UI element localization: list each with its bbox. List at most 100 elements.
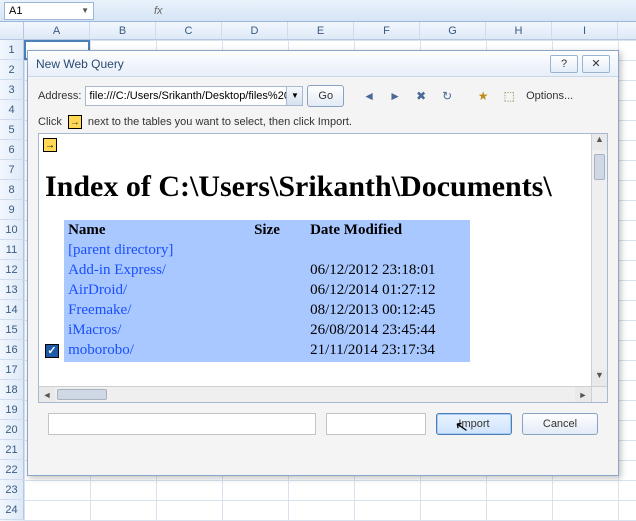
row-header[interactable]: 2 — [0, 60, 24, 80]
col-header[interactable]: H — [486, 22, 552, 39]
row-header[interactable]: 3 — [0, 80, 24, 100]
instruction-prefix: Click — [38, 116, 62, 128]
directory-table[interactable]: Name Size Date Modified [parent director… — [64, 220, 470, 362]
dir-date: 08/12/2013 00:12:45 — [310, 302, 470, 319]
scroll-left-icon[interactable]: ◄ — [39, 387, 55, 402]
go-button[interactable]: Go — [307, 85, 344, 107]
col-header[interactable]: I — [552, 22, 618, 39]
close-button[interactable]: ✕ — [582, 55, 610, 73]
cell-reference: A1 — [9, 5, 22, 17]
select-table-icon: → — [68, 115, 82, 129]
vertical-scrollbar[interactable]: ▲ ▼ — [591, 134, 607, 386]
row-headers: 1 2 3 4 5 6 7 8 9 10 11 12 13 14 15 16 1… — [0, 40, 24, 521]
table-header-row: Name Size Date Modified — [64, 220, 470, 240]
selected-table-icon[interactable]: ✓ — [45, 344, 59, 358]
col-header[interactable]: F — [354, 22, 420, 39]
row-header[interactable]: 6 — [0, 140, 24, 160]
web-preview-pane: → Index of C:\Users\Srikanth\Documents\ … — [38, 133, 608, 403]
row-header[interactable]: 16 — [0, 340, 24, 360]
back-icon[interactable]: ◄ — [358, 85, 380, 107]
row-header[interactable]: 20 — [0, 420, 24, 440]
row-header[interactable]: 4 — [0, 100, 24, 120]
formula-bar: A1 ▼ fx — [0, 0, 636, 22]
row-header[interactable]: 1 — [0, 40, 24, 60]
address-dropdown-icon[interactable]: ▼ — [286, 87, 302, 105]
web-preview-content[interactable]: → Index of C:\Users\Srikanth\Documents\ … — [39, 134, 591, 386]
row-header[interactable]: 12 — [0, 260, 24, 280]
row-header[interactable]: 8 — [0, 180, 24, 200]
row-header[interactable]: 13 — [0, 280, 24, 300]
status-box-1 — [48, 413, 316, 435]
row-header[interactable]: 17 — [0, 360, 24, 380]
col-header[interactable]: E — [288, 22, 354, 39]
address-label: Address: — [38, 90, 81, 102]
dir-date: 21/11/2014 23:17:34 — [310, 342, 470, 359]
table-row: AirDroid/ 06/12/2014 01:27:12 — [64, 280, 470, 300]
row-header[interactable]: 9 — [0, 200, 24, 220]
row-header[interactable]: 14 — [0, 300, 24, 320]
dialog-footer: Import Cancel — [38, 403, 608, 435]
forward-icon[interactable]: ► — [384, 85, 406, 107]
dir-link[interactable]: AirDroid/ — [68, 282, 127, 298]
col-header[interactable]: A — [24, 22, 90, 39]
dir-date: 06/12/2014 01:27:12 — [310, 282, 470, 299]
table-row: moborobo/ 21/11/2014 23:17:34 — [64, 340, 470, 360]
status-box-2 — [326, 413, 426, 435]
dir-link[interactable]: iMacros/ — [68, 322, 121, 338]
stop-icon[interactable]: ✖ — [410, 85, 432, 107]
save-query-icon[interactable]: ★ — [472, 85, 494, 107]
name-box[interactable]: A1 ▼ — [4, 2, 94, 20]
page-heading: Index of C:\Users\Srikanth\Documents\ — [45, 170, 585, 204]
name-header: Name — [64, 222, 254, 239]
row-header[interactable]: 15 — [0, 320, 24, 340]
cancel-button[interactable]: Cancel — [522, 413, 598, 435]
table-row: Freemake/ 08/12/2013 00:12:45 — [64, 300, 470, 320]
row-header[interactable]: 11 — [0, 240, 24, 260]
col-header[interactable]: D — [222, 22, 288, 39]
row-header[interactable]: 22 — [0, 460, 24, 480]
dialog-title: New Web Query — [36, 57, 124, 71]
horizontal-scrollbar[interactable]: ◄ ► — [39, 386, 591, 402]
dir-link[interactable]: Freemake/ — [68, 302, 131, 318]
hscroll-thumb[interactable] — [57, 389, 107, 400]
options-button[interactable]: Options... — [524, 85, 575, 107]
row-header[interactable]: 18 — [0, 380, 24, 400]
scroll-right-icon[interactable]: ► — [575, 387, 591, 402]
new-web-query-dialog: New Web Query ? ✕ Address: file:///C:/Us… — [27, 50, 619, 476]
scroll-corner — [591, 386, 607, 402]
vscroll-thumb[interactable] — [594, 154, 605, 180]
col-header[interactable]: G — [420, 22, 486, 39]
address-value: file:///C:/Users/Srikanth/Desktop/files%… — [86, 90, 286, 102]
import-button[interactable]: Import — [436, 413, 512, 435]
row-header[interactable]: 5 — [0, 120, 24, 140]
col-header[interactable]: B — [90, 22, 156, 39]
dir-link[interactable]: [parent directory] — [68, 242, 173, 258]
table-row: iMacros/ 26/08/2014 23:45:44 — [64, 320, 470, 340]
size-header: Size — [254, 222, 310, 239]
hide-icon[interactable]: ⬚ — [498, 85, 520, 107]
select-page-icon[interactable]: → — [43, 138, 57, 152]
address-row: Address: file:///C:/Users/Srikanth/Deskt… — [38, 85, 608, 107]
select-all-corner[interactable] — [0, 22, 24, 39]
row-header[interactable]: 7 — [0, 160, 24, 180]
row-header[interactable]: 10 — [0, 220, 24, 240]
instruction-row: Click → next to the tables you want to s… — [38, 115, 608, 129]
scroll-up-icon[interactable]: ▲ — [592, 134, 607, 150]
dir-date: 26/08/2014 23:45:44 — [310, 322, 470, 339]
dir-link[interactable]: Add-in Express/ — [68, 262, 166, 278]
address-input[interactable]: file:///C:/Users/Srikanth/Desktop/files%… — [85, 86, 303, 106]
row-header[interactable]: 21 — [0, 440, 24, 460]
row-header[interactable]: 23 — [0, 480, 24, 500]
dir-date: 06/12/2012 23:18:01 — [310, 262, 470, 279]
col-header[interactable]: C — [156, 22, 222, 39]
table-row: [parent directory] — [64, 240, 470, 260]
scroll-down-icon[interactable]: ▼ — [592, 370, 607, 386]
name-box-dropdown-icon[interactable]: ▼ — [81, 6, 89, 15]
help-button[interactable]: ? — [550, 55, 578, 73]
table-row: Add-in Express/ 06/12/2012 23:18:01 — [64, 260, 470, 280]
dir-link[interactable]: moborobo/ — [68, 342, 134, 358]
row-header[interactable]: 24 — [0, 500, 24, 520]
row-header[interactable]: 19 — [0, 400, 24, 420]
column-headers: A B C D E F G H I — [0, 22, 636, 40]
refresh-icon[interactable]: ↻ — [436, 85, 458, 107]
